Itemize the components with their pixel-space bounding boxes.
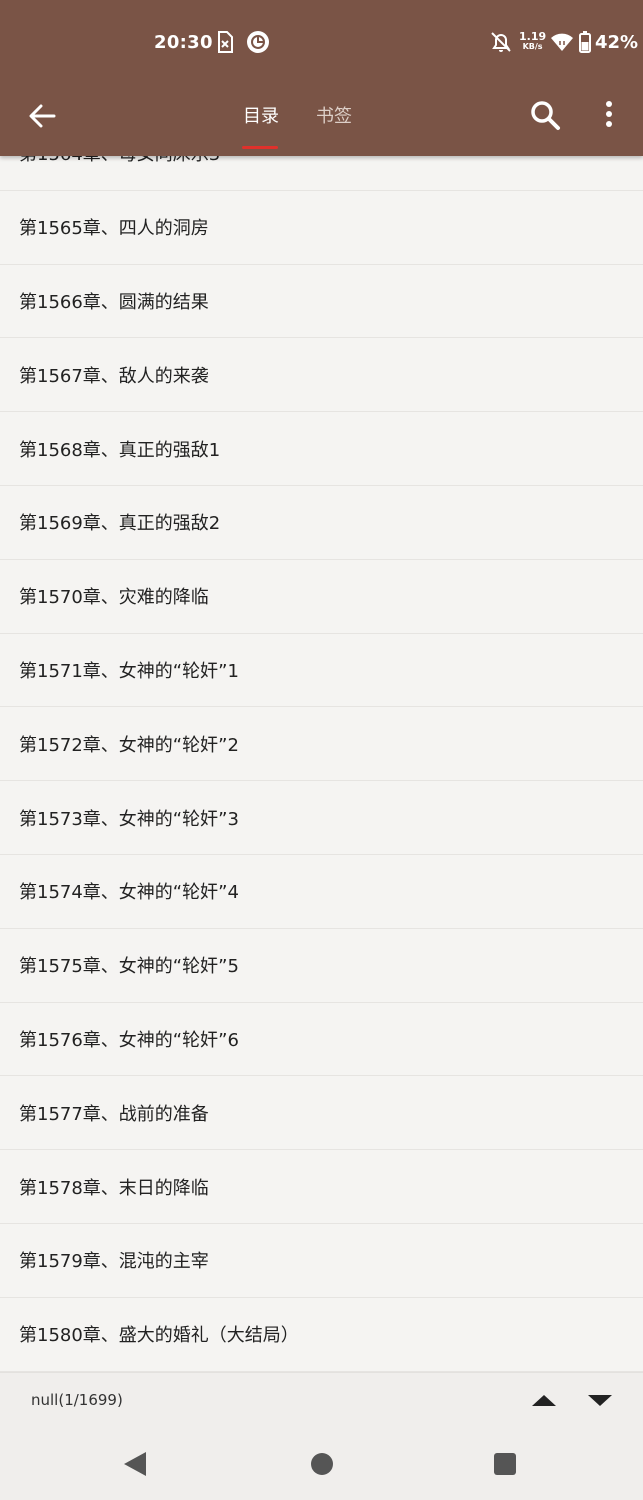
battery-icon bbox=[579, 30, 591, 58]
active-tab-indicator bbox=[242, 146, 278, 149]
chapter-title: 第1571章、女神的“轮奸”1 bbox=[19, 660, 239, 682]
net-speed-unit: KB/s bbox=[522, 42, 543, 51]
app-header: 20:30 1.19 KB/s 42% 目录 书签 bbox=[0, 0, 643, 156]
chapter-item[interactable]: 第1569章、真正的强敌2 bbox=[0, 486, 643, 560]
chapter-title: 第1577章、战前的准备 bbox=[19, 1103, 209, 1125]
scroll-down-icon[interactable] bbox=[588, 1395, 612, 1406]
status-bar: 20:30 1.19 KB/s 42% bbox=[0, 0, 643, 86]
chapter-item[interactable]: 第1576章、女神的“轮奸”6 bbox=[0, 1003, 643, 1077]
nav-home-icon[interactable] bbox=[311, 1453, 333, 1475]
chapter-title: 第1566章、圆满的结果 bbox=[19, 291, 209, 313]
network-speed: 1.19 KB/s bbox=[519, 31, 546, 52]
chapter-item[interactable]: 第1580章、盛大的婚礼（大结局） bbox=[0, 1298, 643, 1372]
chapter-item[interactable]: 第1572章、女神的“轮奸”2 bbox=[0, 707, 643, 782]
chapter-item[interactable]: 第1566章、圆满的结果 bbox=[0, 265, 643, 339]
toolbar: 目录 书签 bbox=[0, 86, 643, 156]
chapter-item[interactable]: 第1565章、四人的洞房 bbox=[0, 191, 643, 265]
more-options-icon[interactable] bbox=[597, 98, 621, 136]
chapter-title: 第1580章、盛大的婚礼（大结局） bbox=[19, 1325, 299, 1347]
chapter-item[interactable]: 第1573章、女神的“轮奸”3 bbox=[0, 781, 643, 855]
chapter-title: 第1570章、灾难的降临 bbox=[19, 587, 209, 609]
wifi-icon bbox=[550, 30, 574, 58]
chapter-title: 第1565章、四人的洞房 bbox=[19, 218, 209, 240]
tab-contents[interactable]: 目录 bbox=[243, 102, 279, 128]
chapter-title: 第1575章、女神的“轮奸”5 bbox=[19, 956, 239, 978]
app-notification-icon bbox=[246, 30, 270, 58]
position-bar: null(1/1699) bbox=[0, 1372, 643, 1429]
chapter-item[interactable]: 第1579章、混沌的主宰 bbox=[0, 1224, 643, 1298]
chapter-item[interactable]: 第1575章、女神的“轮奸”5 bbox=[0, 929, 643, 1003]
system-navigation-bar bbox=[0, 1428, 643, 1500]
chapter-item[interactable]: 第1570章、灾难的降临 bbox=[0, 560, 643, 634]
chapter-title: 第1568章、真正的强敌1 bbox=[19, 439, 221, 461]
chapter-item[interactable]: 第1578章、末日的降临 bbox=[0, 1150, 643, 1224]
scroll-up-icon[interactable] bbox=[532, 1395, 556, 1406]
chapter-list[interactable]: 第1564章、母女同床乐3 第1565章、四人的洞房 第1566章、圆满的结果 … bbox=[0, 117, 643, 1372]
sim-card-icon bbox=[216, 30, 234, 58]
back-arrow-icon[interactable] bbox=[24, 98, 60, 134]
chapter-item[interactable]: 第1574章、女神的“轮奸”4 bbox=[0, 855, 643, 929]
chapter-title: 第1578章、末日的降临 bbox=[19, 1177, 209, 1199]
chapter-title: 第1573章、女神的“轮奸”3 bbox=[19, 808, 239, 830]
notifications-off-icon bbox=[490, 30, 512, 58]
search-icon[interactable] bbox=[528, 98, 562, 136]
chapter-title: 第1567章、敌人的来袭 bbox=[19, 365, 209, 387]
chapter-title: 第1576章、女神的“轮奸”6 bbox=[19, 1029, 239, 1051]
chapter-item[interactable]: 第1568章、真正的强敌1 bbox=[0, 412, 643, 486]
chapter-title: 第1579章、混沌的主宰 bbox=[19, 1251, 209, 1273]
nav-recents-icon[interactable] bbox=[494, 1453, 516, 1475]
chapter-title: 第1574章、女神的“轮奸”4 bbox=[19, 882, 239, 904]
chapter-title: 第1569章、真正的强敌2 bbox=[19, 513, 221, 535]
tab-bookmarks[interactable]: 书签 bbox=[316, 102, 352, 128]
chapter-title: 第1572章、女神的“轮奸”2 bbox=[19, 734, 239, 756]
chapter-item[interactable]: 第1571章、女神的“轮奸”1 bbox=[0, 634, 643, 708]
chapter-item[interactable]: 第1567章、敌人的来袭 bbox=[0, 338, 643, 413]
chapter-item[interactable]: 第1577章、战前的准备 bbox=[0, 1076, 643, 1151]
status-time: 20:30 bbox=[154, 32, 213, 53]
nav-back-icon[interactable] bbox=[124, 1452, 146, 1476]
battery-percentage: 42% bbox=[595, 32, 639, 53]
chapter-position-label: null(1/1699) bbox=[31, 1391, 123, 1409]
